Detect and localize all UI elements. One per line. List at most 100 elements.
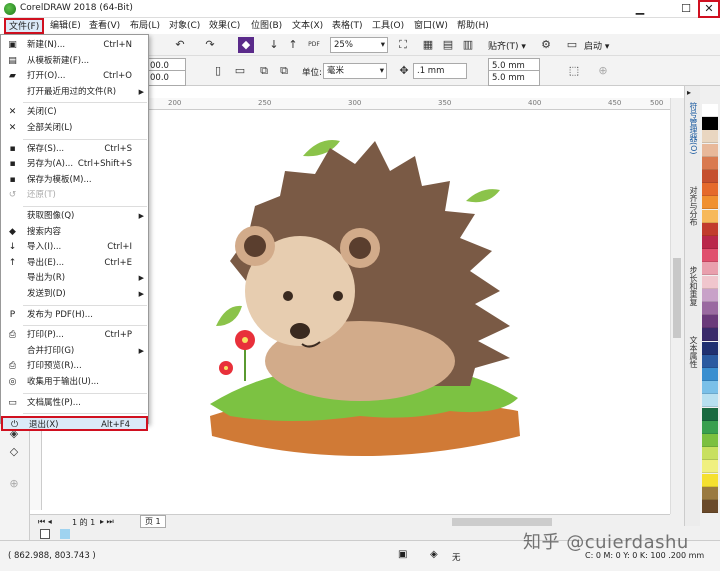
nudge-icon[interactable]: ✥ [396, 63, 412, 79]
file-menu-item[interactable]: ✕ 全部关闭(L) [1, 121, 148, 136]
file-menu-item[interactable]: ↓ 导入(I)... Ctrl+I [1, 240, 148, 255]
file-menu-item[interactable]: ◆ 搜索内容 [1, 225, 148, 240]
unit-select[interactable]: 毫米 ▾ [323, 63, 387, 79]
menu-4[interactable]: 对象(C) [166, 19, 203, 33]
nudge-input[interactable]: .1 mm [413, 63, 467, 79]
menu-11[interactable]: 帮助(H) [454, 19, 492, 33]
close-window-button[interactable]: ✕ [698, 0, 720, 18]
file-menu-item[interactable]: ▪ 保存(S)... Ctrl+S [1, 142, 148, 157]
current-color-swatch[interactable] [60, 529, 70, 539]
palette-swatch[interactable] [702, 328, 718, 342]
file-menu-item[interactable]: 导出为(R) ▶ [1, 271, 148, 286]
palette-swatch[interactable] [702, 354, 718, 368]
menu-2[interactable]: 查看(V) [86, 19, 123, 33]
file-menu-item[interactable]: ▪ 另存为(A)... Ctrl+Shift+S [1, 157, 148, 172]
file-menu-item[interactable]: ▰ 打开(O)... Ctrl+O [1, 69, 148, 84]
file-menu-item[interactable]: 获取图像(Q) ▶ [1, 209, 148, 224]
palette-swatch[interactable] [702, 288, 718, 302]
file-menu-item[interactable]: ↑ 导出(E)... Ctrl+E [1, 256, 148, 271]
palette-swatch[interactable] [702, 315, 718, 329]
search-content-icon[interactable]: ◆ [238, 37, 254, 53]
page-nav-next[interactable]: ▸ ⏭ [100, 517, 114, 527]
palette-swatch[interactable] [702, 420, 718, 434]
maximize-button[interactable]: ☐ [676, 1, 696, 17]
palette-swatch[interactable] [702, 394, 718, 408]
file-menu-item[interactable]: P 发布为 PDF(H)... [1, 308, 148, 323]
palette-swatch[interactable] [702, 183, 718, 197]
palette-swatch[interactable] [702, 156, 718, 170]
pdf-icon[interactable]: PDF [306, 37, 322, 53]
zoom-page-icon[interactable]: ⛶ [395, 37, 411, 53]
palette-swatch[interactable] [702, 130, 718, 144]
palette-swatch[interactable] [702, 196, 718, 210]
docker-tab-align[interactable]: 对齐与分布 [687, 186, 699, 246]
menu-7[interactable]: 文本(X) [289, 19, 326, 33]
palette-swatch[interactable] [702, 473, 718, 487]
docker-expand-icon[interactable]: ▸ [687, 88, 691, 97]
palette-swatch[interactable] [702, 275, 718, 289]
file-menu-item[interactable]: ✕ 关闭(C) [1, 105, 148, 120]
file-menu-item[interactable]: 打开最近用过的文件(R) ▶ [1, 85, 148, 100]
page-frame-icon[interactable]: ⬚ [566, 63, 582, 79]
file-menu-item[interactable]: ▣ 新建(N)... Ctrl+N [1, 38, 148, 53]
no-color-swatch[interactable] [40, 529, 50, 539]
file-menu-item[interactable]: ⏻ 退出(X) Alt+F4 [1, 416, 148, 432]
menu-0[interactable]: 文件(F) [4, 18, 45, 34]
page-tab[interactable]: 页 1 [140, 515, 166, 528]
grid-icon[interactable]: ▤ [440, 37, 456, 53]
scroll-thumb[interactable] [673, 258, 681, 338]
palette-swatch[interactable] [702, 302, 718, 315]
palette-swatch[interactable] [702, 460, 718, 474]
palette-swatch[interactable] [702, 170, 718, 183]
menu-3[interactable]: 布局(L) [127, 19, 163, 33]
redo-button[interactable]: ↷ [202, 37, 218, 53]
palette-swatch[interactable] [702, 341, 718, 355]
palette-swatch[interactable] [702, 500, 718, 513]
palette-swatch[interactable] [702, 368, 718, 381]
file-menu-item[interactable]: ⎙ 打印预览(R)... [1, 359, 148, 374]
menu-1[interactable]: 编辑(E) [47, 19, 84, 33]
duplicate-y-input[interactable]: 5.0 mm [488, 70, 540, 86]
palette-swatch[interactable] [702, 222, 718, 236]
palette-swatch[interactable] [702, 381, 718, 395]
menu-5[interactable]: 效果(C) [206, 19, 243, 33]
palette-swatch[interactable] [702, 486, 718, 500]
all-pages-icon[interactable]: ⧉ [256, 63, 272, 79]
menu-6[interactable]: 位图(B) [248, 19, 285, 33]
palette-swatch[interactable] [702, 209, 718, 223]
launch-dropdown[interactable]: 启动 ▾ [584, 39, 609, 52]
snap-dropdown[interactable]: 贴齐(T) ▾ [488, 39, 526, 52]
menu-8[interactable]: 表格(T) [329, 19, 366, 33]
file-menu-item[interactable]: ▭ 文档属性(P)... [1, 396, 148, 411]
palette-swatch[interactable] [702, 143, 718, 157]
add-icon[interactable]: ⊕ [595, 63, 611, 79]
palette-swatch[interactable] [702, 262, 718, 276]
file-menu-item[interactable]: ▤ 从模板新建(F)... [1, 54, 148, 69]
palette-swatch[interactable] [702, 117, 718, 131]
horizontal-scroll-thumb[interactable] [452, 518, 552, 526]
page-nav-prev[interactable]: ⏮ ◂ [38, 517, 52, 527]
minimize-button[interactable]: ▁ [630, 1, 650, 17]
current-page-icon[interactable]: ⧉ [276, 63, 292, 79]
zoom-select[interactable]: 25% ▾ [330, 37, 388, 53]
docker-tab-symbols[interactable]: 符号管理器(O) [687, 102, 699, 172]
palette-swatch[interactable] [702, 434, 718, 447]
palette-swatch[interactable] [702, 236, 718, 249]
file-menu-item[interactable]: ◎ 收集用于输出(U)... [1, 375, 148, 390]
vertical-scrollbar[interactable] [670, 98, 684, 514]
file-menu-item[interactable]: ▪ 保存为模板(M)... [1, 173, 148, 188]
height-input[interactable]: 00.0 mm [146, 70, 186, 97]
portrait-icon[interactable]: ▭ [232, 63, 248, 79]
outline-tool-icon[interactable]: ◇ [6, 444, 22, 460]
docker-tab-text-props[interactable]: 文本属性 [687, 336, 699, 396]
palette-swatch[interactable] [702, 447, 718, 461]
import-icon[interactable]: ↓ [266, 37, 282, 53]
app-launcher-icon[interactable]: ▭ [564, 37, 580, 53]
file-menu-item[interactable]: ⎙ 打印(P)... Ctrl+P [1, 328, 148, 343]
add-tool-icon[interactable]: ⊕ [6, 476, 22, 492]
palette-swatch[interactable] [702, 249, 718, 263]
export-icon[interactable]: ↑ [285, 37, 301, 53]
docker-tab-step-repeat[interactable]: 步长和重复 [687, 266, 699, 326]
landscape-icon[interactable]: ▯ [210, 63, 226, 79]
undo-button[interactable]: ↶ [172, 37, 188, 53]
